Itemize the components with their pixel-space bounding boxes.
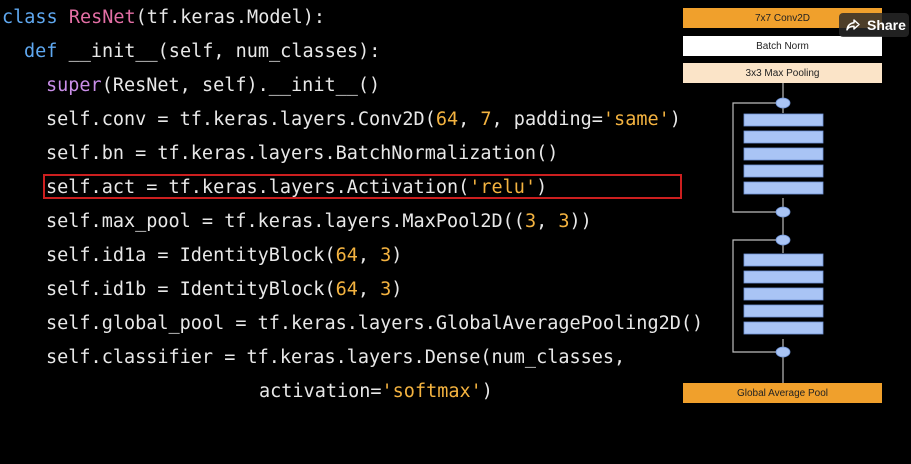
highlight-box (43, 174, 682, 199)
number-literal: 3 (558, 211, 570, 232)
block2-output-node (775, 346, 791, 358)
code-line-conv: self.conv = tf.keras.layers.Conv2D(64, 7… (46, 108, 681, 132)
code-line-super: super(ResNet, self).__init__() (46, 74, 380, 98)
code-text: ) (481, 381, 493, 402)
block1-layer (743, 113, 824, 127)
number-literal: 7 (480, 109, 492, 130)
number-literal: 64 (335, 245, 358, 266)
global-average-pool-box: Global Average Pool (683, 383, 882, 403)
code-text: self.id1b = IdentityBlock( (46, 279, 336, 300)
share-button[interactable]: Share (839, 13, 909, 37)
builtin-super: super (46, 75, 102, 96)
code-text: (ResNet, self).__init__() (101, 75, 381, 96)
share-label: Share (867, 17, 906, 33)
block1-layer (743, 147, 824, 161)
keyword-def: def (24, 41, 58, 62)
code-text: ) (669, 109, 681, 130)
code-text: , padding= (491, 109, 603, 130)
block2-layer (743, 321, 824, 335)
global-average-pool-label: Global Average Pool (737, 387, 828, 399)
code-text: self.max_pool = tf.keras.layers.MaxPool2… (46, 211, 525, 232)
code-text: , (536, 211, 559, 232)
code-text: self.id1a = IdentityBlock( (46, 245, 336, 266)
code-line-class-def: class ResNet(tf.keras.Model): (2, 6, 325, 30)
share-icon (845, 17, 861, 33)
code-text: (tf.keras.Model): (135, 7, 326, 28)
block2-layer (743, 287, 824, 301)
number-literal: 64 (335, 279, 358, 300)
block2-layer (743, 253, 824, 267)
code-line-id1b: self.id1b = IdentityBlock(64, 3) (46, 278, 402, 302)
number-literal: 3 (380, 245, 392, 266)
code-line-init-def: def __init__(self, num_classes): (24, 40, 380, 64)
code-line-id1a: self.id1a = IdentityBlock(64, 3) (46, 244, 402, 268)
string-literal: 'same' (602, 109, 670, 130)
code-line-activation-arg: activation='softmax') (259, 380, 493, 404)
number-literal: 3 (524, 211, 537, 232)
code-text: self.bn = tf.keras.layers.BatchNormaliza… (46, 143, 559, 164)
code-text: , (458, 109, 481, 130)
code-text: ) (391, 245, 403, 266)
number-literal: 3 (380, 279, 392, 300)
code-text: self.classifier = tf.keras.layers.Dense(… (46, 347, 626, 368)
identity-block-1 (743, 97, 824, 218)
keyword-class: class (2, 7, 58, 28)
code-text: activation= (259, 381, 382, 402)
code-text: ) (391, 279, 403, 300)
block1-layer (743, 181, 824, 195)
class-name: ResNet (68, 7, 136, 28)
max-pooling-layer-box: 3x3 Max Pooling (683, 63, 882, 83)
number-literal: 64 (435, 109, 459, 130)
code-line-maxpool: self.max_pool = tf.keras.layers.MaxPool2… (46, 210, 592, 234)
block2-layer (743, 270, 824, 284)
batch-norm-label: Batch Norm (756, 40, 809, 52)
code-text: , (357, 245, 381, 266)
code-text: self.global_pool = tf.keras.layers.Globa… (46, 313, 704, 334)
block1-layer (743, 164, 824, 178)
block2-layer (743, 304, 824, 318)
max-pooling-label: 3x3 Max Pooling (745, 67, 820, 79)
code-line-global-pool: self.global_pool = tf.keras.layers.Globa… (46, 312, 703, 336)
block1-input-node (775, 97, 791, 109)
block2-input-node (775, 234, 791, 246)
identity-block-2 (743, 234, 824, 358)
code-line-classifier: self.classifier = tf.keras.layers.Dense(… (46, 346, 625, 370)
string-literal: 'softmax' (381, 381, 482, 402)
conv2d-label: 7x7 Conv2D (754, 12, 811, 24)
code-line-bn: self.bn = tf.keras.layers.BatchNormaliza… (46, 142, 558, 166)
code-text: self.conv = tf.keras.layers.Conv2D( (46, 109, 436, 130)
code-text: )) (569, 211, 592, 232)
code-text: , (357, 279, 381, 300)
block1-output-node (775, 206, 791, 218)
code-text: __init__(self, num_classes): (68, 41, 381, 62)
block1-layer (743, 130, 824, 144)
batch-norm-layer-box: Batch Norm (683, 36, 882, 56)
